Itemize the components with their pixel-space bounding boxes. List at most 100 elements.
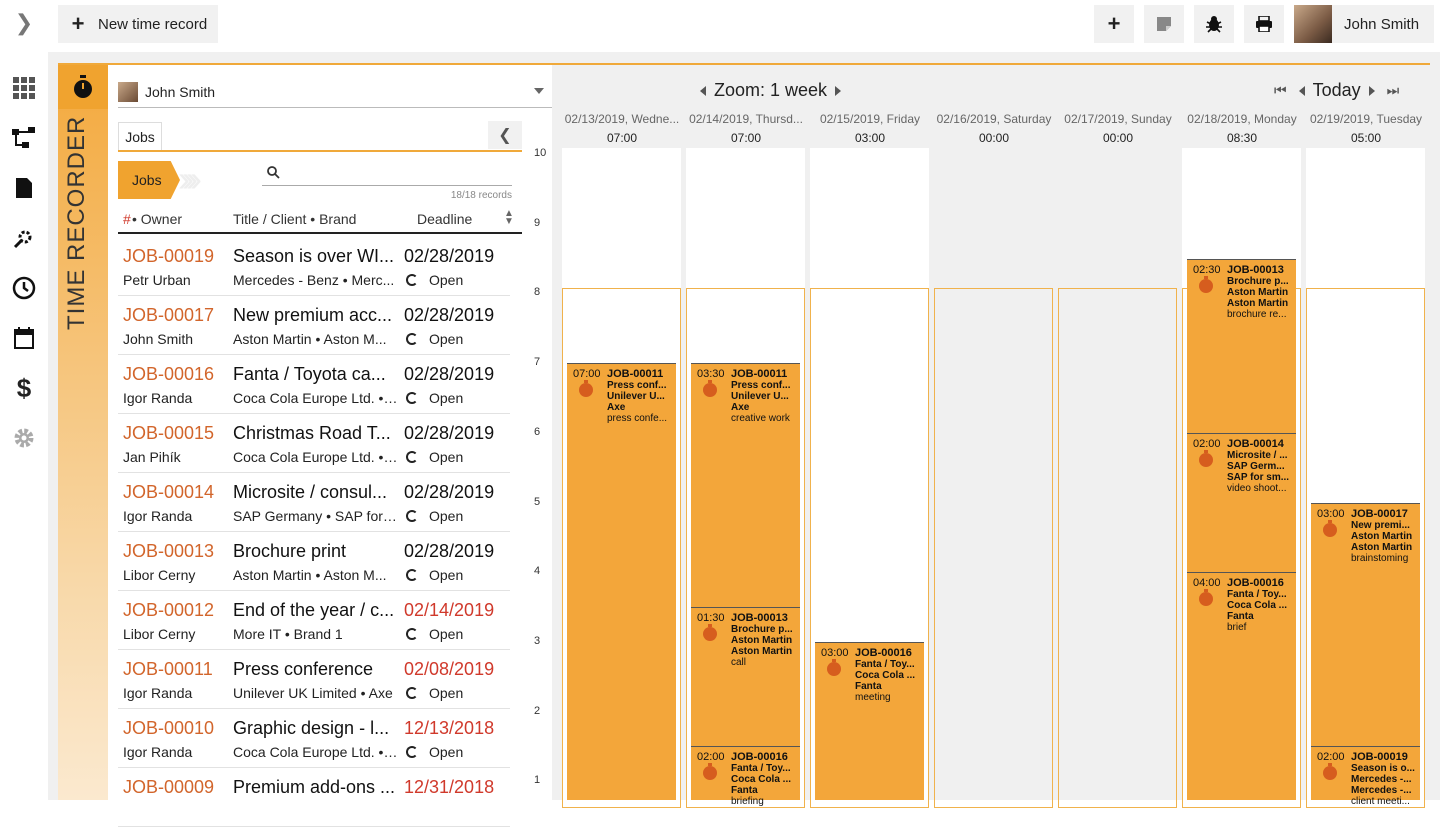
- search-input[interactable]: [262, 162, 512, 186]
- job-status: Open: [406, 685, 463, 701]
- table-row[interactable]: JOB-00016 Fanta / Toyota ca... 02/28/2019 I…: [118, 355, 510, 414]
- event-job-title: Press conf...: [731, 380, 791, 392]
- event-brand: Aston Martin: [1227, 297, 1289, 309]
- job-id[interactable]: JOB-00015: [123, 423, 214, 444]
- time-record-event[interactable]: 03:00 JOB-00017 New premi... Aston Martin As…: [1311, 502, 1420, 747]
- job-deadline: 02/28/2019: [404, 482, 495, 502]
- table-row[interactable]: JOB-00011 Press conference 02/08/2019 Igor …: [118, 650, 510, 709]
- user-menu-button[interactable]: John Smith: [1294, 5, 1434, 43]
- user-select[interactable]: John Smith: [118, 76, 552, 108]
- table-row[interactable]: JOB-00014 Microsite / consul... 02/28/2019…: [118, 473, 510, 532]
- time-record-event[interactable]: 04:00 JOB-00016 Fanta / Toy... Coca Cola ..…: [1187, 572, 1296, 800]
- job-title: Press conference: [233, 659, 374, 679]
- header-deadline[interactable]: Deadline: [417, 211, 472, 227]
- stopwatch-button[interactable]: [58, 65, 108, 109]
- stopwatch-icon: [827, 658, 841, 676]
- time-record-event[interactable]: 01:30 JOB-00013 Brochure p... Aston Martin A…: [691, 607, 800, 747]
- print-button[interactable]: [1244, 5, 1284, 43]
- job-id[interactable]: JOB-00014: [123, 482, 214, 503]
- job-title: Premium add-ons ...: [233, 777, 396, 797]
- table-row[interactable]: JOB-00009 Premium add-ons ... 12/31/2018: [118, 768, 510, 827]
- job-status-label: Open: [429, 449, 464, 465]
- job-id[interactable]: JOB-00019: [123, 246, 214, 267]
- time-record-event[interactable]: 02:00 JOB-00014 Microsite / ... SAP Germ...…: [1187, 432, 1296, 573]
- time-record-event[interactable]: 02:30 JOB-00013 Brochure p... Aston Martin A…: [1187, 258, 1296, 433]
- calendar-icon[interactable]: [12, 326, 36, 350]
- chevron-left-icon: ❮: [498, 127, 512, 144]
- job-id[interactable]: JOB-00009: [123, 777, 214, 798]
- bug-report-button[interactable]: [1194, 5, 1234, 43]
- clock-icon[interactable]: [12, 276, 36, 300]
- header-owner[interactable]: • Owner: [132, 211, 182, 227]
- time-record-event[interactable]: 03:30 JOB-00011 Press conf... Unilever U...…: [691, 363, 800, 608]
- event-client: Unilever U...: [607, 391, 665, 403]
- header-title[interactable]: Title / Client • Brand: [233, 211, 356, 227]
- tab-underline: [118, 150, 522, 152]
- time-record-event[interactable]: 03:00 JOB-00016 Fanta / Toy... Coca Cola ..…: [815, 641, 924, 800]
- job-id[interactable]: JOB-00013: [123, 541, 214, 562]
- job-title: Brochure print: [233, 541, 347, 561]
- job-client-brand: Unilever UK Limited • Axe: [233, 685, 393, 701]
- zoom-out-icon[interactable]: [700, 85, 706, 96]
- event-details: JOB-00011 Press conf... Unilever U... Axe pr…: [607, 369, 673, 424]
- job-id[interactable]: JOB-00017: [123, 305, 214, 326]
- first-page-icon[interactable]: ⏮: [1274, 82, 1287, 99]
- job-owner: Petr Urban: [123, 272, 191, 288]
- breadcrumb-chevrons: ››››: [178, 158, 202, 199]
- dollar-icon[interactable]: $: [12, 373, 36, 403]
- search-icon: [267, 166, 280, 179]
- stopwatch-icon: [1199, 589, 1213, 607]
- time-record-event[interactable]: 02:00 JOB-00019 Season is o... Mercedes -..…: [1311, 746, 1420, 807]
- event-duration: 02:00: [1317, 751, 1345, 764]
- event-duration: 02:00: [1193, 437, 1221, 450]
- workflow-icon[interactable]: [12, 126, 36, 150]
- job-id[interactable]: JOB-00016: [123, 364, 214, 385]
- job-status: Open: [406, 331, 463, 347]
- collapse-panel-button[interactable]: ❮: [488, 121, 522, 149]
- day-total-time: 07:00: [730, 131, 762, 145]
- event-note: press confe...: [607, 413, 668, 425]
- job-id[interactable]: JOB-00012: [123, 600, 214, 621]
- event-client: Coca Cola ...: [731, 774, 792, 786]
- event-details: JOB-00011 Press conf... Unilever U... Axe cr…: [731, 369, 797, 424]
- event-duration: 01:30: [697, 612, 725, 625]
- status-ring-icon: [406, 451, 418, 463]
- table-row[interactable]: JOB-00013 Brochure print 02/28/2019 Libor C…: [118, 532, 510, 591]
- today-button[interactable]: Today: [1313, 80, 1361, 101]
- last-page-icon[interactable]: ⏭: [1387, 82, 1400, 99]
- table-row[interactable]: JOB-00015 Christmas Road T... 02/28/2019 Ja…: [118, 414, 510, 473]
- new-time-record-button[interactable]: + New time record: [58, 5, 218, 43]
- job-status-label: Open: [429, 744, 464, 760]
- event-job-title: Brochure p...: [731, 624, 793, 636]
- table-row[interactable]: JOB-00017 New premium acc... 02/28/2019 Joh…: [118, 296, 510, 355]
- job-title: Fanta / Toyota ca...: [233, 364, 386, 384]
- zoom-in-icon[interactable]: [835, 85, 842, 96]
- event-job-id: JOB-00017: [1351, 508, 1408, 520]
- time-record-event[interactable]: 02:00 JOB-00016 Fanta / Toy... Coca Cola ..…: [691, 746, 800, 807]
- grid-icon[interactable]: [12, 76, 36, 100]
- next-icon[interactable]: [1368, 85, 1375, 96]
- table-row[interactable]: JOB-00010 Graphic design - l... 12/13/2018…: [118, 709, 510, 768]
- add-button[interactable]: +: [1094, 5, 1134, 43]
- event-details: JOB-00016 Fanta / Toy... Coca Cola ... Fant…: [731, 752, 797, 807]
- gear-icon[interactable]: [12, 426, 36, 450]
- sort-icon[interactable]: ▲ ▼: [504, 209, 514, 227]
- job-id[interactable]: JOB-00011: [123, 659, 213, 680]
- job-client-brand: More IT • Brand 1: [233, 626, 343, 642]
- expand-sidebar-icon[interactable]: ❯: [10, 10, 38, 38]
- note-button[interactable]: [1144, 5, 1184, 43]
- job-status: Open: [406, 508, 463, 524]
- table-row[interactable]: JOB-00012 End of the year / c... 02/14/201…: [118, 591, 510, 650]
- tools-icon[interactable]: [12, 226, 36, 250]
- document-icon[interactable]: [12, 176, 36, 200]
- jobs-filter-chip[interactable]: Jobs: [118, 161, 180, 199]
- day-total-time: 05:00: [1350, 131, 1382, 145]
- time-record-event[interactable]: 07:00 JOB-00011 Press conf... Unilever U...…: [567, 363, 676, 800]
- previous-icon[interactable]: [1298, 85, 1305, 96]
- stopwatch-icon: [1323, 763, 1337, 781]
- tab-jobs[interactable]: Jobs: [118, 122, 162, 150]
- table-row[interactable]: JOB-00019 Season is over WI... 02/28/2019 P…: [118, 237, 510, 296]
- job-owner: Igor Randa: [123, 744, 193, 760]
- job-id[interactable]: JOB-00010: [123, 718, 214, 739]
- event-note: brochure re...: [1227, 308, 1287, 320]
